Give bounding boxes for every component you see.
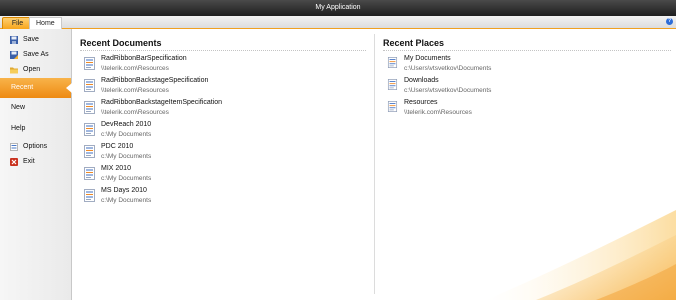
recent-documents-title: Recent Documents: [80, 38, 162, 48]
place-name: My Documents: [404, 55, 451, 62]
sidebar-item-label: New: [11, 104, 26, 111]
section-divider: [80, 50, 366, 51]
recent-document-item[interactable]: RadRibbonBarSpecification \\telerik.com\…: [84, 55, 364, 77]
sidebar-item-save-as[interactable]: Save As: [0, 48, 71, 62]
sidebar-item-label: Help: [11, 125, 26, 132]
backstage-sidebar: Save Save As Open Recent New Help Option…: [0, 29, 72, 300]
document-path: \\telerik.com\Resources: [101, 109, 169, 116]
save-as-icon: [10, 51, 18, 59]
place-path: \\telerik.com\Resources: [404, 109, 472, 116]
document-name: PDC 2010: [101, 143, 134, 150]
ribbon-tab-bar: File Home ?: [0, 16, 676, 29]
sidebar-item-label: Save As: [23, 51, 49, 58]
document-name: RadRibbonBackstageSpecification: [101, 77, 209, 84]
save-icon: [10, 36, 18, 44]
place-name: Resources: [404, 99, 438, 106]
document-path: c:\My Documents: [101, 197, 152, 204]
place-name: Downloads: [404, 77, 439, 84]
title-bar: My Application: [0, 0, 676, 16]
document-name: DevReach 2010: [101, 121, 152, 128]
document-name: MIX 2010: [101, 165, 131, 172]
document-icon: [84, 101, 95, 114]
sidebar-item-label: Exit: [23, 158, 35, 165]
recent-place-item[interactable]: Downloads c:\Users\vtsvetkov\Documents: [387, 77, 667, 99]
document-icon: [84, 123, 95, 136]
tab-home[interactable]: Home: [29, 17, 62, 29]
recent-place-item[interactable]: Resources \\telerik.com\Resources: [387, 99, 667, 121]
recent-document-item[interactable]: MS Days 2010 c:\My Documents: [84, 187, 364, 209]
sidebar-item-exit[interactable]: Exit: [0, 155, 71, 169]
sidebar-item-open[interactable]: Open: [0, 63, 71, 77]
folder-open-icon: [10, 67, 18, 74]
document-icon: [84, 167, 95, 180]
folder-icon: [387, 79, 398, 90]
sidebar-item-options[interactable]: Options: [0, 140, 71, 154]
backstage-content: Recent Documents Recent Places RadRibbon…: [72, 29, 676, 300]
column-divider: [374, 34, 375, 294]
window-title: My Application: [315, 4, 361, 11]
recent-document-item[interactable]: PDC 2010 c:\My Documents: [84, 143, 364, 165]
recent-document-item[interactable]: RadRibbonBackstageSpecification \\teleri…: [84, 77, 364, 99]
recent-document-item[interactable]: MIX 2010 c:\My Documents: [84, 165, 364, 187]
sidebar-item-save[interactable]: Save: [0, 33, 71, 47]
document-icon: [84, 145, 95, 158]
document-name: RadRibbonBackstageItemSpecification: [101, 99, 223, 106]
place-path: c:\Users\vtsvetkov\Documents: [404, 65, 492, 72]
section-divider: [383, 50, 671, 51]
document-path: \\telerik.com\Resources: [101, 65, 169, 72]
document-path: c:\My Documents: [101, 131, 152, 138]
folder-icon: [387, 57, 398, 68]
recent-places-title: Recent Places: [383, 38, 445, 48]
place-path: c:\Users\vtsvetkov\Documents: [404, 87, 492, 94]
sidebar-item-new[interactable]: New: [0, 101, 71, 115]
help-icon[interactable]: ?: [666, 18, 673, 25]
decorative-swoosh: [486, 210, 676, 300]
sidebar-item-label: Recent: [11, 84, 34, 91]
sidebar-item-label: Options: [23, 143, 48, 150]
document-name: RadRibbonBarSpecification: [101, 55, 187, 62]
sidebar-item-label: Save: [23, 36, 39, 43]
document-path: \\telerik.com\Resources: [101, 87, 169, 94]
recent-place-item[interactable]: My Documents c:\Users\vtsvetkov\Document…: [387, 55, 667, 77]
folder-icon: [387, 101, 398, 112]
options-icon: [10, 143, 18, 151]
sidebar-item-label: Open: [23, 66, 41, 73]
document-icon: [84, 79, 95, 92]
recent-document-item[interactable]: RadRibbonBackstageItemSpecification \\te…: [84, 99, 364, 121]
sidebar-item-help[interactable]: Help: [0, 122, 71, 136]
document-name: MS Days 2010: [101, 187, 147, 194]
sidebar-item-recent[interactable]: Recent: [0, 78, 72, 98]
document-path: c:\My Documents: [101, 175, 152, 182]
document-icon: [84, 57, 95, 70]
document-path: c:\My Documents: [101, 153, 152, 160]
document-icon: [84, 189, 95, 202]
exit-icon: [10, 158, 18, 166]
recent-document-item[interactable]: DevReach 2010 c:\My Documents: [84, 121, 364, 143]
